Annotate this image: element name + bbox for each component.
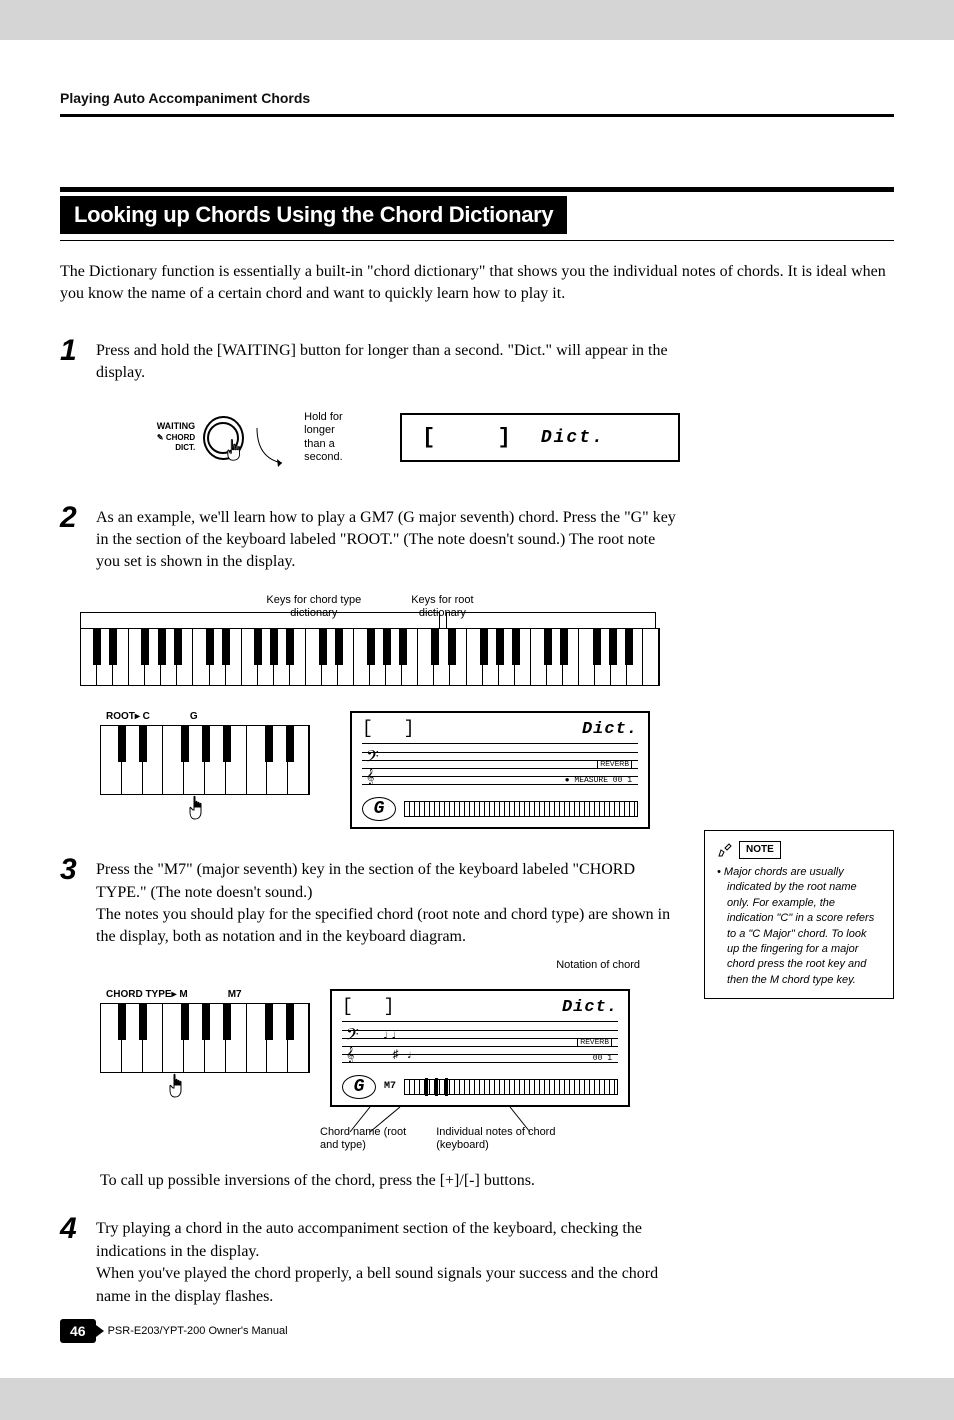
page-footer: 46 PSR-E203/YPT-200 Owner's Manual <box>60 1319 288 1343</box>
step-2: 2 As an example, we'll learn how to play… <box>60 503 680 574</box>
lcd-chord-name: G <box>374 799 385 819</box>
bracket-left <box>80 612 440 628</box>
hand-write-icon <box>717 842 733 858</box>
root-piano-keys <box>100 725 310 795</box>
inversion-instruction: To call up possible inversions of the ch… <box>100 1170 680 1192</box>
reverb-label: REVERB <box>577 1038 612 1047</box>
note-icon: ♯ ♩ <box>392 1048 414 1062</box>
section-header: Playing Auto Accompaniment Chords <box>60 90 894 106</box>
step-3-detail: CHORD TYPE▸ M M7 [ ] Dict. 𝄢 𝄞 <box>100 989 680 1108</box>
main-heading-wrap: Looking up Chords Using the Chord Dictio… <box>60 187 894 241</box>
finger-press-icon <box>222 438 250 466</box>
waiting-button-labels: WAITING ✎ CHORD DICT. <box>140 421 195 453</box>
lcd-display-step3: [ ] Dict. 𝄢 𝄞 ♩♩ ♯ ♩ REVERB 00 1 G <box>330 989 630 1107</box>
bracket-right <box>446 612 656 628</box>
step-number: 1 <box>60 336 82 366</box>
lcd-brackets-icon: [ ] <box>362 719 424 739</box>
note-text: Major chords are usually indicated by th… <box>727 865 881 988</box>
notation-caption: Notation of chord <box>60 959 640 971</box>
main-heading: Looking up Chords Using the Chord Dictio… <box>60 196 567 234</box>
measure-label: 00 1 <box>593 1054 612 1063</box>
step-1: 1 Press and hold the [WAITING] button fo… <box>60 336 680 385</box>
full-keyboard-diagram <box>80 628 660 686</box>
bass-clef-icon: 𝄢 <box>366 748 379 772</box>
treble-clef-icon: 𝄞 <box>346 1048 354 1064</box>
bass-clef-icon: 𝄢 <box>346 1026 359 1050</box>
header-rule <box>60 114 894 117</box>
note-icon: ♩♩ <box>382 1028 399 1044</box>
mini-keyboard <box>404 801 638 817</box>
mini-keyboard <box>404 1079 618 1095</box>
step-3-text: Press the "M7" (major seventh) key in th… <box>96 855 680 949</box>
note-header: NOTE <box>717 841 881 859</box>
display-brackets-icon: [ ] <box>422 425 523 450</box>
page-container: Playing Auto Accompaniment Chords Lookin… <box>0 40 954 1378</box>
lcd-staff: 𝄢 𝄞 REVERB ● MEASURE 00 1 <box>362 743 638 793</box>
step-2-detail: ROOT▸ C G [ ] Dict. 𝄢 𝄞 REVERB ● MEASURE <box>100 711 680 830</box>
finger-press-icon <box>160 1073 200 1103</box>
step-1-figure: WAITING ✎ CHORD DICT. Hold for longer th… <box>140 403 680 473</box>
hold-caption: Hold for longer than a second. <box>304 411 370 464</box>
lcd-chord-root: G <box>354 1077 365 1097</box>
footer-manual-name: PSR-E203/YPT-200 Owner's Manual <box>108 1325 288 1337</box>
measure-label: ● MEASURE 00 1 <box>565 776 632 785</box>
root-label: ROOT▸ C <box>106 711 150 722</box>
step-1-text: Press and hold the [WAITING] button for … <box>96 336 680 385</box>
finger-press-icon <box>180 795 220 825</box>
lcd-brackets-icon: [ ] <box>342 997 404 1017</box>
chord-type-piano-keys <box>100 1003 310 1073</box>
waiting-label: WAITING <box>140 421 195 433</box>
note-box: NOTE Major chords are usually indicated … <box>704 830 894 999</box>
lcd-chord-suffix: M7 <box>384 1081 396 1092</box>
lcd-title: Dict. <box>582 720 638 739</box>
chord-dict-label: ✎ CHORD DICT. <box>140 433 195 454</box>
note-label: NOTE <box>739 841 781 859</box>
step-2-full-keyboard: Keys for chord type dictionary Keys for … <box>60 594 680 686</box>
step-number: 2 <box>60 503 82 533</box>
arrow-curve-icon <box>252 423 288 473</box>
root-key-g: G <box>190 711 198 722</box>
step-3: 3 Press the "M7" (major seventh) key in … <box>60 855 680 949</box>
intro-paragraph: The Dictionary function is essentially a… <box>60 261 894 306</box>
callout-lines <box>330 1107 630 1137</box>
step-4: 4 Try playing a chord in the auto accomp… <box>60 1214 680 1308</box>
step-number: 3 <box>60 855 82 885</box>
step-2-text: As an example, we'll learn how to play a… <box>96 503 680 574</box>
round-button-icon <box>203 416 243 460</box>
piano-keys <box>80 628 660 686</box>
display-dict-text: Dict. <box>541 428 605 448</box>
chord-type-label: CHORD TYPE▸ M <box>106 989 188 1000</box>
page-number: 46 <box>60 1319 96 1343</box>
display-dict: [ ] Dict. <box>400 413 680 462</box>
lcd-display-step2: [ ] Dict. 𝄢 𝄞 REVERB ● MEASURE 00 1 G <box>350 711 650 829</box>
treble-clef-icon: 𝄞 <box>366 770 374 786</box>
step-number: 4 <box>60 1214 82 1244</box>
waiting-button-diagram: WAITING ✎ CHORD DICT. Hold for longer th… <box>140 403 370 473</box>
step-4-text: Try playing a chord in the auto accompan… <box>96 1214 680 1308</box>
lcd-title: Dict. <box>562 998 618 1017</box>
reverb-label: REVERB <box>597 760 632 769</box>
chord-type-keyboard: CHORD TYPE▸ M M7 <box>100 989 310 1108</box>
root-keyboard-diagram: ROOT▸ C G <box>100 711 310 830</box>
chord-type-key: M7 <box>228 989 242 1000</box>
lcd-staff: 𝄢 𝄞 ♩♩ ♯ ♩ REVERB 00 1 <box>342 1021 618 1071</box>
